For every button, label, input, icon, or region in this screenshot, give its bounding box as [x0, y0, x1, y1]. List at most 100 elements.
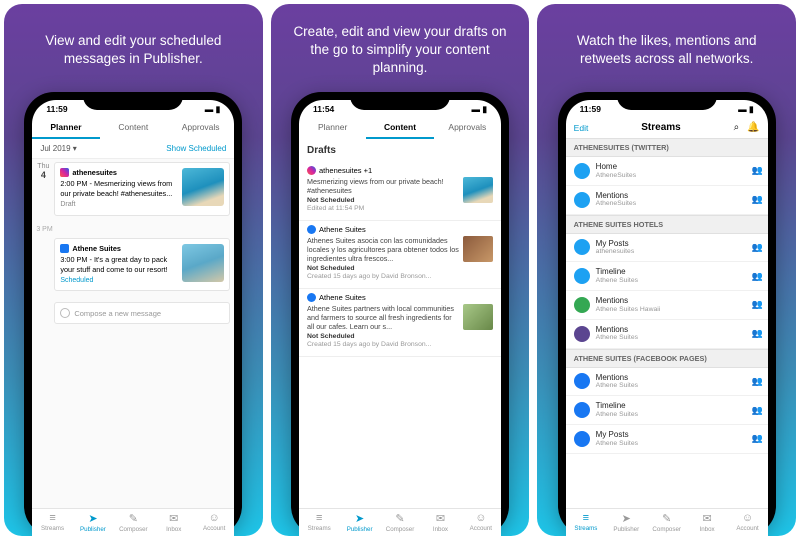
- people-icon: 👥: [751, 271, 759, 282]
- nav-icon: ≡: [299, 512, 339, 524]
- nav-composer[interactable]: ✎Composer: [646, 509, 686, 536]
- draft-thumbnail: [463, 304, 493, 330]
- nav-account[interactable]: ☺Account: [194, 509, 234, 536]
- nav-streams[interactable]: ≡Streams: [299, 509, 339, 536]
- people-icon: 👥: [751, 242, 759, 253]
- stream-item[interactable]: My Postsathenesuites👥: [566, 234, 768, 263]
- panel-caption: Create, edit and view your drafts on the…: [281, 14, 520, 92]
- nav-account[interactable]: ☺Account: [727, 509, 767, 536]
- nav-streams[interactable]: ≡Streams: [566, 509, 606, 536]
- stream-avatar: [574, 239, 590, 255]
- nav-icon: ✉: [420, 512, 460, 525]
- tabs: PlannerContentApprovals: [32, 117, 234, 139]
- fb-icon: [60, 244, 69, 253]
- phone-mockup: 11:54▬ ▮PlannerContentApprovalsDraftsath…: [291, 92, 509, 536]
- ig-icon: [307, 166, 316, 175]
- promo-panel-0: View and edit your scheduled messages in…: [4, 4, 263, 536]
- nav-inbox[interactable]: ✉Inbox: [420, 509, 460, 536]
- phone-notch: [350, 92, 450, 110]
- nav-icon: ≡: [32, 512, 72, 524]
- nav-icon: ➤: [73, 512, 113, 525]
- compose-input[interactable]: Compose a new message: [54, 302, 230, 324]
- nav-account[interactable]: ☺Account: [461, 509, 501, 536]
- nav-icon: ✉: [154, 512, 194, 525]
- timeslot: 3 PM: [32, 224, 234, 235]
- tab-planner[interactable]: Planner: [32, 117, 99, 139]
- fb-icon: [307, 293, 316, 302]
- stream-section-header: ATHENE SUITES (FACEBOOK PAGES): [566, 349, 768, 368]
- nav-inbox[interactable]: ✉Inbox: [154, 509, 194, 536]
- search-icon[interactable]: ⌕: [734, 122, 740, 133]
- people-icon: 👥: [751, 328, 759, 339]
- nav-publisher[interactable]: ➤Publisher: [73, 509, 113, 536]
- nav-publisher[interactable]: ➤Publisher: [606, 509, 646, 536]
- stream-avatar: [574, 268, 590, 284]
- card-thumbnail: [182, 168, 224, 206]
- people-icon: 👥: [751, 165, 759, 176]
- nav-icon: ✉: [687, 512, 727, 525]
- draft-item[interactable]: Athene SuitesAthene Suites partners with…: [299, 289, 501, 357]
- stream-avatar: [574, 402, 590, 418]
- tab-planner[interactable]: Planner: [299, 117, 366, 139]
- phone-screen: 11:54▬ ▮PlannerContentApprovalsDraftsath…: [299, 100, 501, 536]
- people-icon: 👥: [751, 194, 759, 205]
- planner-content: Thu4athenesuites2:00 PM - Mesmerizing vi…: [32, 159, 234, 508]
- stream-item[interactable]: MentionsAthene Suites👥: [566, 320, 768, 349]
- nav-icon: ✎: [646, 512, 686, 525]
- phone-screen: 11:59▬ ▮EditStreams⌕🔔ATHENESUITES (TWITT…: [566, 100, 768, 536]
- stream-avatar: [574, 373, 590, 389]
- nav-icon: ➤: [606, 512, 646, 525]
- phone-screen: 11:59▬ ▮PlannerContentApprovalsJul 2019 …: [32, 100, 234, 536]
- people-icon: 👥: [751, 376, 759, 387]
- drafts-content: Draftsathenesuites +1Mesmerizing views f…: [299, 139, 501, 508]
- nav-inbox[interactable]: ✉Inbox: [687, 509, 727, 536]
- stream-section-header: ATHENE SUITES HOTELS: [566, 215, 768, 234]
- nav-composer[interactable]: ✎Composer: [380, 509, 420, 536]
- edit-button[interactable]: Edit: [574, 123, 589, 133]
- stream-section-header: ATHENESUITES (TWITTER): [566, 138, 768, 157]
- bottom-nav: ≡Streams➤Publisher✎Composer✉Inbox☺Accoun…: [299, 508, 501, 536]
- bell-icon[interactable]: 🔔: [747, 122, 759, 133]
- nav-icon: ✎: [380, 512, 420, 525]
- people-icon: 👥: [751, 299, 759, 310]
- stream-item[interactable]: My PostsAthene Suites👥: [566, 425, 768, 454]
- drafts-header: Drafts: [299, 139, 501, 162]
- bottom-nav: ≡Streams➤Publisher✎Composer✉Inbox☺Accoun…: [566, 508, 768, 536]
- nav-icon: ☺: [727, 512, 767, 524]
- tab-approvals[interactable]: Approvals: [434, 117, 501, 139]
- stream-item[interactable]: MentionsAthene Suites Hawaii👥: [566, 291, 768, 320]
- stream-item[interactable]: HomeAtheneSuites👥: [566, 157, 768, 186]
- stream-item[interactable]: TimelineAthene Suites👥: [566, 396, 768, 425]
- tab-approvals[interactable]: Approvals: [167, 117, 234, 139]
- stream-avatar: [574, 163, 590, 179]
- draft-thumbnail: [463, 236, 493, 262]
- panel-caption: Watch the likes, mentions and retweets a…: [547, 14, 786, 92]
- stream-avatar: [574, 326, 590, 342]
- stream-avatar: [574, 431, 590, 447]
- message-card[interactable]: Athene Suites3:00 PM - It's a great day …: [54, 238, 230, 292]
- tab-content[interactable]: Content: [366, 117, 433, 139]
- stream-item[interactable]: MentionsAthene Suites👥: [566, 368, 768, 397]
- stream-avatar: [574, 192, 590, 208]
- nav-icon: ✎: [113, 512, 153, 525]
- month-selector[interactable]: Jul 2019 ▾: [40, 144, 76, 153]
- show-scheduled-link[interactable]: Show Scheduled: [166, 144, 226, 153]
- tabs: PlannerContentApprovals: [299, 117, 501, 139]
- tab-content[interactable]: Content: [100, 117, 167, 139]
- phone-notch: [83, 92, 183, 110]
- nav-publisher[interactable]: ➤Publisher: [339, 509, 379, 536]
- message-card[interactable]: athenesuites2:00 PM - Mesmerizing views …: [54, 162, 230, 216]
- nav-icon: ☺: [194, 512, 234, 524]
- subbar: Jul 2019 ▾ Show Scheduled: [32, 139, 234, 159]
- draft-item[interactable]: athenesuites +1Mesmerizing views from ou…: [299, 162, 501, 221]
- draft-item[interactable]: Athene SuitesAthenes Suites asocia con l…: [299, 221, 501, 289]
- day-label: Thu4: [32, 159, 54, 224]
- nav-icon: ☺: [461, 512, 501, 524]
- nav-composer[interactable]: ✎Composer: [113, 509, 153, 536]
- people-icon: 👥: [751, 433, 759, 444]
- draft-thumbnail: [463, 177, 493, 203]
- nav-streams[interactable]: ≡Streams: [32, 509, 72, 536]
- stream-item[interactable]: MentionsAtheneSuites👥: [566, 186, 768, 215]
- streams-title: Streams: [641, 122, 680, 133]
- stream-item[interactable]: TimelineAthene Suites👥: [566, 262, 768, 291]
